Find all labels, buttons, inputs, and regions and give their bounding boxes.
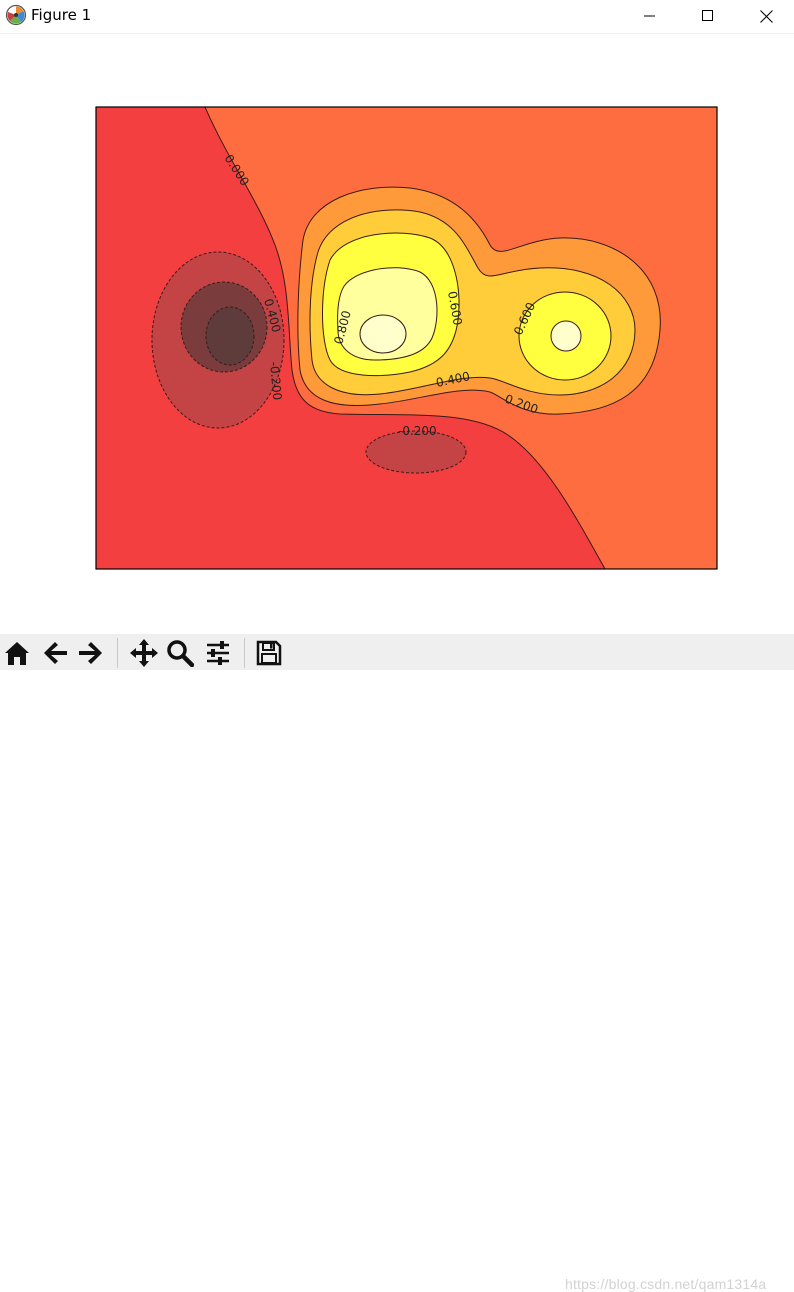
window-title: Figure 1 xyxy=(31,6,92,24)
magnifier-icon xyxy=(167,640,194,667)
navigation-toolbar: https://blog.csdn.net/qam1314a xyxy=(0,634,794,1292)
title-bar: Figure 1 xyxy=(0,0,794,34)
minimize-icon xyxy=(644,15,655,17)
watermark-text: https://blog.csdn.net/qam1314a xyxy=(565,1276,767,1292)
minimize-button[interactable] xyxy=(627,0,673,32)
region-below-minus-0.6 xyxy=(205,306,255,366)
toolbar-separator xyxy=(117,638,118,668)
home-button[interactable] xyxy=(1,637,33,669)
zoom-button[interactable] xyxy=(164,637,196,669)
back-button[interactable] xyxy=(39,637,71,669)
arrow-right-icon xyxy=(79,642,102,664)
subplots-button[interactable] xyxy=(202,637,234,669)
region-peak-right xyxy=(550,320,582,352)
figure-canvas[interactable]: 0.000 0.400 -0.200 0.800 0.600 0.600 0.4… xyxy=(0,34,794,634)
forward-button[interactable] xyxy=(75,637,107,669)
matplotlib-icon xyxy=(5,4,27,26)
sliders-icon xyxy=(207,641,229,665)
contour-label: -0.200 xyxy=(398,424,437,438)
arrow-left-icon xyxy=(44,642,67,664)
home-icon xyxy=(5,642,29,665)
maximize-icon xyxy=(702,10,713,21)
contour-plot: 0.000 0.400 -0.200 0.800 0.600 0.600 0.4… xyxy=(95,106,718,570)
close-icon xyxy=(759,9,773,23)
toolbar-separator xyxy=(244,638,245,668)
close-button[interactable] xyxy=(743,0,789,32)
region-peak-left xyxy=(359,314,407,354)
pan-button[interactable] xyxy=(128,637,160,669)
move-icon xyxy=(130,639,158,667)
save-button[interactable] xyxy=(253,637,285,669)
floppy-disk-icon xyxy=(256,640,282,666)
maximize-button[interactable] xyxy=(685,0,731,32)
